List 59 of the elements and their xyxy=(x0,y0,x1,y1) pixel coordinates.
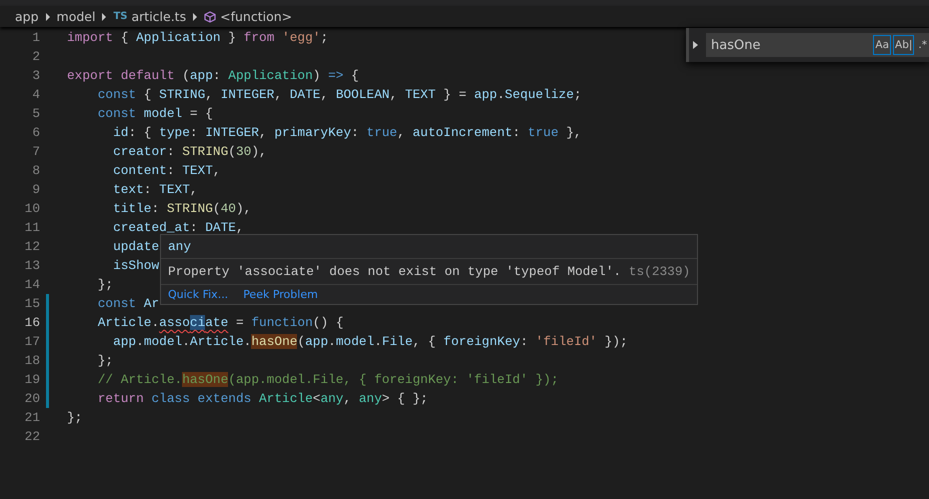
chevron-icon xyxy=(101,12,108,20)
code-line: }; xyxy=(96,352,114,370)
line-number: 12 xyxy=(24,238,40,256)
code-line: text: TEXT, xyxy=(112,181,198,199)
code-line: const model = { xyxy=(96,105,213,123)
line-number: 5 xyxy=(31,105,40,123)
breadcrumb-item[interactable]: TS article.ts xyxy=(113,9,186,24)
code-line: id: { type: INTEGER, primaryKey: true, autoIncrement: true }, xyxy=(112,124,582,142)
code-line: app.model.Article.hasOne(app.model.File, { foreignKey: 'fileId' }); xyxy=(112,333,628,351)
line-number: 13 xyxy=(24,257,40,275)
breadcrumb-item[interactable]: model xyxy=(56,9,96,24)
line-number: 18 xyxy=(24,352,40,370)
code-line: const Ar xyxy=(96,295,160,313)
code-line: import { Application } from 'egg'; xyxy=(67,29,328,47)
line-number: 22 xyxy=(24,428,40,446)
option-toggle[interactable]: Ab| xyxy=(893,35,914,55)
line-number: 15 xyxy=(24,295,40,313)
breadcrumb-item[interactable]: <function> xyxy=(204,9,292,24)
code-line: created_at: DATE, xyxy=(112,219,244,237)
find-input[interactable]: hasOne Aa Ab| .* xyxy=(706,33,929,57)
action-link[interactable]: Peek Problem xyxy=(243,288,318,301)
line-number: 4 xyxy=(31,86,40,104)
line-number: 14 xyxy=(24,276,40,294)
code-line: }; xyxy=(96,276,114,294)
code-line: const { STRING, INTEGER, DATE, BOOLEAN, TEXT } = app.Sequelize; xyxy=(96,86,582,104)
breadcrumb-item[interactable]: app xyxy=(15,9,39,24)
error-message: Property 'associate' does not exist on type 'typeof Model'. ts(2339) xyxy=(161,259,697,285)
action-link[interactable]: Quick Fix... xyxy=(168,288,228,301)
code-line: // Article.hasOne(app.model.File, { foreignKey: 'fileId' }); xyxy=(96,371,558,389)
line-number: 9 xyxy=(31,181,40,199)
line-number: 20 xyxy=(24,390,40,408)
line-number: 2 xyxy=(31,48,40,66)
line-number: 7 xyxy=(31,143,40,161)
option-toggle[interactable]: .* xyxy=(916,35,929,55)
line-number: 1 xyxy=(31,29,40,47)
code-line: Article.associate = function() { xyxy=(96,314,344,332)
code-line: content: TEXT, xyxy=(112,162,221,180)
code-line: return class extends Article<any, any> { }; xyxy=(96,390,428,408)
line-number: 19 xyxy=(24,371,40,389)
code-line: update xyxy=(112,238,160,256)
code-line: export default (app: Application) => { xyxy=(67,67,359,85)
expand-icon[interactable] xyxy=(692,40,700,50)
chevron-icon xyxy=(44,12,51,20)
line-number: 10 xyxy=(24,200,40,218)
line-number: 8 xyxy=(31,162,40,180)
code-line: isShow xyxy=(112,257,160,275)
line-number: 3 xyxy=(31,67,40,85)
cube-icon xyxy=(204,10,216,22)
line-number: 17 xyxy=(24,333,40,351)
code-line: creator: STRING(30), xyxy=(112,143,267,161)
code-line: }; xyxy=(67,409,82,427)
option-toggle[interactable]: Aa xyxy=(873,35,892,55)
chevron-icon xyxy=(192,12,198,20)
line-number: 21 xyxy=(24,409,40,427)
type-label: any xyxy=(161,235,697,259)
line-number: 11 xyxy=(24,219,40,237)
code-line: title: STRING(40), xyxy=(112,200,252,218)
line-number: 16 xyxy=(24,314,40,332)
line-number: 6 xyxy=(31,124,40,142)
